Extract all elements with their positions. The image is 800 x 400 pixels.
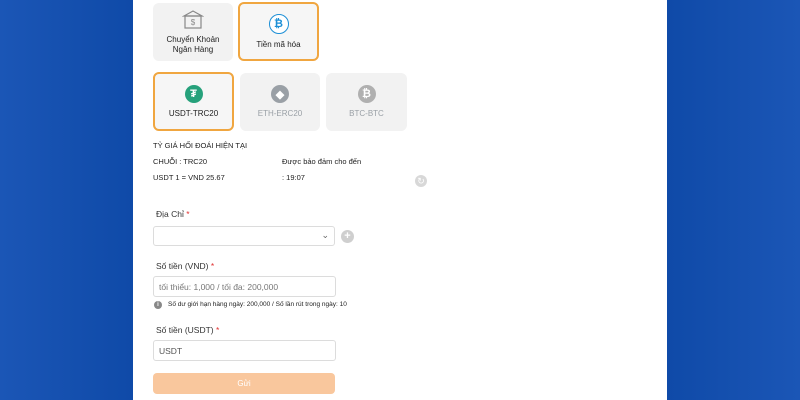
required-marker: *: [216, 325, 220, 335]
method-bank-transfer[interactable]: $ Chuyển Khoản Ngân Hàng: [153, 3, 233, 61]
amount-usdt-label-text: Số tiền (USDT): [156, 325, 214, 335]
required-marker: *: [186, 209, 190, 219]
amount-vnd-input[interactable]: tối thiểu: 1,000 / tối đa: 200,000: [153, 276, 336, 297]
method-bank-label: Chuyển Khoản Ngân Hàng: [166, 34, 220, 54]
info-icon: i: [154, 301, 162, 309]
add-address-button[interactable]: +: [341, 230, 354, 243]
method-crypto-label: Tiền mã hóa: [256, 39, 301, 49]
amount-vnd-label: Số tiền (VND) *: [156, 261, 214, 271]
amount-usdt-input[interactable]: USDT: [153, 340, 336, 361]
address-label-text: Địa Chỉ: [156, 209, 184, 219]
address-label: Địa Chỉ *: [156, 209, 190, 219]
daily-limit-info: Số dư giới hạn hàng ngày: 200,000 / Số l…: [168, 301, 347, 308]
submit-button[interactable]: Gửi: [153, 373, 335, 394]
bank-icon: $: [182, 9, 204, 29]
crypto-eth-erc20[interactable]: ◆ ETH-ERC20: [240, 73, 320, 131]
bitcoin-icon: ₿: [268, 13, 289, 34]
refresh-icon[interactable]: ↻: [415, 175, 427, 187]
bitcoin-icon: ₿: [357, 85, 376, 103]
amount-vnd-label-text: Số tiền (VND): [156, 261, 209, 271]
amount-vnd-placeholder: tối thiểu: 1,000 / tối đa: 200,000: [159, 281, 279, 292]
required-marker: *: [210, 261, 215, 271]
crypto-btc-btc[interactable]: ₿ BTC-BTC: [326, 73, 407, 131]
chevron-down-icon: ⌄: [321, 230, 329, 240]
crypto-usdt-trc20[interactable]: ₮ USDT-TRC20: [153, 72, 234, 131]
crypto-eth-label: ETH-ERC20: [257, 109, 303, 118]
method-crypto[interactable]: ₿ Tiền mã hóa: [238, 2, 319, 61]
address-select[interactable]: ⌄: [153, 226, 335, 246]
crypto-usdt-label: USDT-TRC20: [168, 108, 219, 118]
rate-title: TỶ GIÁ HỐI ĐOÁI HIỆN TẠI: [153, 141, 248, 150]
rate-value: USDT 1 = VND 25.67: [153, 173, 225, 182]
rate-guaranteed-label: Được bảo đảm cho đến: [282, 157, 362, 166]
amount-usdt-placeholder: USDT: [159, 345, 183, 356]
amount-usdt-label: Số tiền (USDT) *: [156, 325, 219, 335]
tether-icon: ₮: [184, 84, 203, 103]
crypto-btc-label: BTC-BTC: [349, 109, 384, 118]
ethereum-icon: ◆: [271, 85, 289, 103]
rate-time: : 19:07: [282, 173, 305, 182]
svg-text:$: $: [191, 18, 196, 27]
rate-chain: CHUỖI : TRC20: [153, 157, 208, 166]
